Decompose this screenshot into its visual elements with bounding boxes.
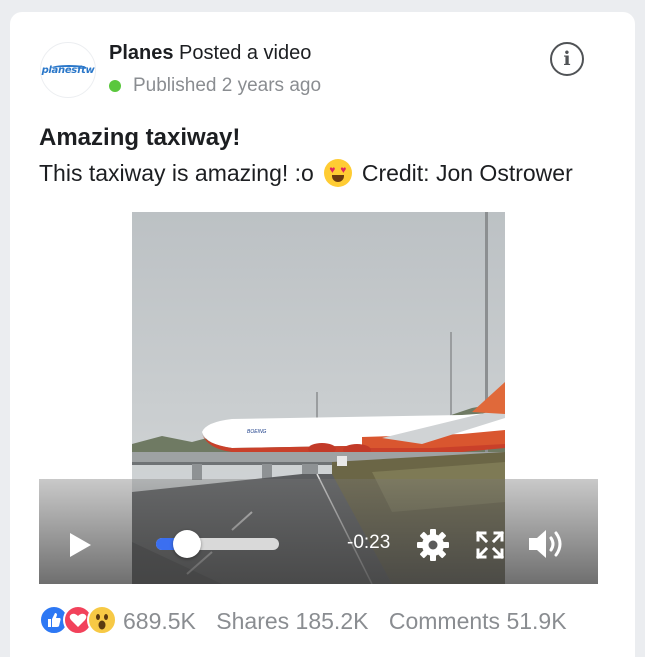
post-action-text: Posted a video: [179, 42, 312, 64]
seek-handle[interactable]: [172, 530, 201, 558]
shares-count[interactable]: Shares 185.2K: [216, 608, 368, 634]
comments-count[interactable]: Comments 51.9K: [389, 608, 567, 634]
video-controls: -0:23: [39, 479, 598, 584]
post-title: Amazing taxiway!: [39, 124, 241, 151]
reactions-summary[interactable]: [39, 605, 119, 637]
boeing-livery-text: BOEING: [247, 429, 267, 435]
reactions-count[interactable]: 689.5K: [123, 608, 196, 634]
credit-text: Credit: Jon Ostrower: [361, 159, 573, 186]
published-time: Published 2 years ago: [133, 75, 322, 96]
avatar[interactable]: planesftw: [40, 42, 96, 98]
heart-eyes-emoji-icon: ♥ ♥: [323, 159, 352, 187]
online-status-dot: [109, 80, 121, 92]
time-remaining: -0:23: [347, 532, 391, 553]
gear-icon[interactable]: [415, 527, 451, 563]
engagement-stats: 689.5K Shares 185.2K Comments 51.9K: [123, 608, 581, 635]
fullscreen-icon[interactable]: [475, 530, 505, 560]
info-icon[interactable]: i: [550, 42, 584, 76]
volume-icon[interactable]: [527, 527, 567, 561]
video-player[interactable]: BOEING -0:23: [39, 212, 598, 584]
play-icon[interactable]: [67, 531, 93, 559]
post-card: planesftw Planes Posted a video Publishe…: [10, 12, 635, 657]
wow-icon: [87, 605, 117, 635]
page-name-link[interactable]: Planes: [109, 42, 173, 64]
post-header: Planes Posted a video: [109, 42, 311, 65]
post-description: This taxiway is amazing! :o ♥ ♥ Credit: J…: [39, 159, 573, 187]
description-text: This taxiway is amazing! :o: [39, 159, 314, 186]
logo-swoosh: [51, 65, 87, 71]
post-meta: Published 2 years ago: [109, 75, 321, 97]
